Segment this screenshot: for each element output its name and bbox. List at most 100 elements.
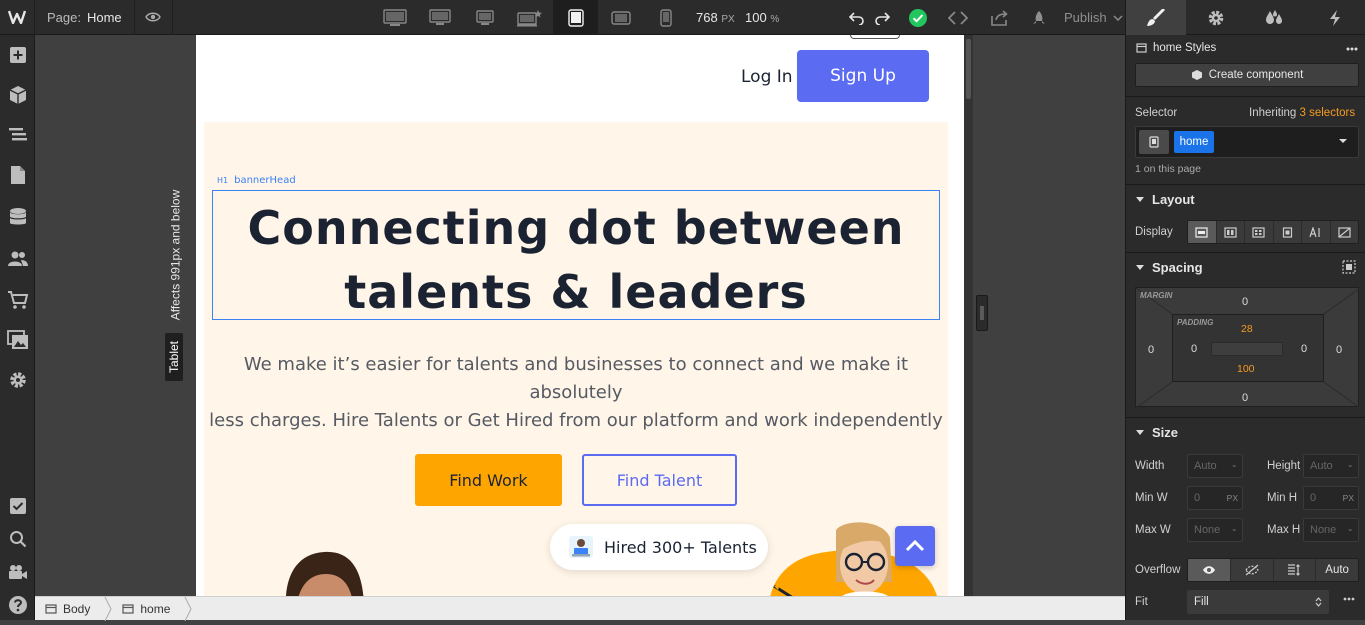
max-width-input[interactable]: None -	[1187, 518, 1243, 542]
cms-database-icon[interactable]	[0, 197, 35, 237]
breakpoint-1280-icon[interactable]	[462, 0, 507, 35]
layout-section-header[interactable]: Layout	[1126, 184, 1365, 214]
breadcrumb-item-body[interactable]: Body	[35, 597, 104, 621]
padding-label: PADDING	[1177, 318, 1214, 327]
canvas-width-readout[interactable]: 768 PX	[696, 10, 735, 25]
min-width-input[interactable]: 0 PX	[1187, 486, 1243, 510]
banner-heading[interactable]: Connecting dot between talents & leaders	[212, 196, 940, 324]
breakpoint-tablet-icon[interactable]	[553, 0, 598, 35]
tablet-viewport[interactable]: Log In Sign Up H1 bannerHead Connecting d…	[196, 35, 964, 596]
breakpoint-note: Affects 991px and below	[165, 180, 185, 330]
margin-right-value[interactable]: 0	[1336, 344, 1342, 356]
spacing-section-header[interactable]: Spacing	[1126, 252, 1365, 282]
fit-label: Fit	[1135, 596, 1148, 608]
publish-button[interactable]: Publish	[1030, 0, 1123, 35]
overflow-scroll-icon[interactable]	[1274, 559, 1317, 581]
selector-state-icon[interactable]	[1139, 130, 1169, 154]
export-share-icon[interactable]	[988, 0, 1012, 35]
padding-bottom-value[interactable]: 100	[1237, 363, 1255, 375]
padding-top-value[interactable]: 28	[1241, 323, 1253, 335]
tab-style-manager[interactable]	[1246, 0, 1306, 35]
top-toolbar: Page: Home 768 PX 100 % Publish	[0, 0, 1125, 35]
selector-dropdown-icon[interactable]	[1338, 138, 1348, 144]
tab-style[interactable]	[1126, 0, 1186, 35]
signup-button[interactable]: Sign Up	[797, 50, 929, 102]
breakpoint-desktop-star-icon[interactable]	[507, 0, 552, 35]
pages-icon[interactable]	[0, 155, 35, 195]
create-component-button[interactable]: Create component	[1135, 63, 1359, 87]
fit-more-icon[interactable]	[1343, 597, 1355, 601]
panel-tabs	[1126, 0, 1365, 35]
margin-top-value[interactable]: 0	[1242, 296, 1248, 308]
margin-left-value[interactable]: 0	[1148, 344, 1154, 356]
rocket-icon	[1033, 10, 1045, 24]
canvas-scrollbar-thumb[interactable]	[966, 39, 971, 99]
more-options-icon[interactable]	[1345, 42, 1359, 56]
chevron-down-icon	[1113, 15, 1123, 21]
code-icon[interactable]	[946, 0, 970, 35]
symbols-box-icon[interactable]	[0, 75, 35, 115]
inheriting-count[interactable]: 3 selectors	[1300, 107, 1356, 119]
height-input[interactable]: Auto -	[1303, 454, 1359, 478]
tab-settings[interactable]	[1186, 0, 1246, 35]
webflow-logo[interactable]	[0, 0, 35, 35]
undo-icon[interactable]	[846, 0, 868, 35]
design-canvas[interactable]: Affects 991px and below Tablet Log In Si…	[35, 35, 1125, 596]
breakpoint-1440-icon[interactable]	[417, 0, 462, 35]
login-link[interactable]: Log In	[741, 67, 793, 87]
min-height-input[interactable]: 0 PX	[1303, 486, 1359, 510]
overflow-hidden-icon[interactable]	[1231, 559, 1274, 581]
padding-left-value[interactable]: 0	[1191, 343, 1197, 355]
display-flex-icon[interactable]	[1217, 221, 1245, 243]
create-component-label: Create component	[1208, 69, 1304, 81]
breakpoint-1920-icon[interactable]	[372, 0, 417, 35]
spacing-expand-icon[interactable]	[1342, 260, 1356, 274]
man-portrait-image	[282, 550, 368, 596]
div-element-icon	[122, 603, 134, 614]
fit-select[interactable]: Fill	[1187, 590, 1329, 614]
breadcrumb-separator-icon	[104, 596, 112, 621]
page-selector[interactable]: Page: Home	[35, 0, 135, 35]
padding-box[interactable]: PADDING 28 0 100 0	[1172, 314, 1324, 382]
resize-handle[interactable]	[976, 295, 988, 331]
canvas-scrollbar[interactable]	[964, 35, 973, 596]
tab-interactions[interactable]	[1305, 0, 1365, 35]
display-grid-icon[interactable]	[1245, 221, 1274, 243]
navigator-icon[interactable]	[0, 115, 35, 155]
selector-chip[interactable]: home	[1174, 131, 1214, 153]
ecommerce-cart-icon[interactable]	[0, 280, 35, 320]
display-inline-icon[interactable]	[1302, 221, 1331, 243]
display-none-icon[interactable]	[1331, 221, 1359, 243]
element-box-icon	[1136, 43, 1147, 53]
breakpoint-portrait-icon[interactable]	[643, 0, 688, 35]
help-question-icon[interactable]	[0, 585, 35, 625]
selector-field[interactable]: home	[1135, 126, 1359, 158]
width-input[interactable]: Auto -	[1187, 454, 1243, 478]
styles-title-text: home Styles	[1153, 42, 1217, 54]
margin-bottom-value[interactable]: 0	[1242, 392, 1248, 404]
find-talent-button[interactable]: Find Talent	[582, 454, 737, 506]
padding-right-value[interactable]: 0	[1301, 343, 1307, 355]
assets-images-icon[interactable]	[0, 320, 35, 360]
zoom-readout[interactable]: 100 %	[745, 10, 779, 25]
max-width-label: Max W	[1135, 524, 1171, 536]
margin-box[interactable]: MARGIN 0 0 0 0 PADDING 28 0 100 0	[1135, 287, 1360, 408]
users-icon[interactable]	[0, 239, 35, 279]
add-elements-icon[interactable]	[0, 35, 35, 75]
redo-icon[interactable]	[871, 0, 893, 35]
overflow-visible-eye-icon[interactable]	[1188, 559, 1231, 581]
breakpoint-landscape-icon[interactable]	[598, 0, 643, 35]
status-check-icon[interactable]	[906, 0, 930, 35]
back-to-top-button[interactable]	[895, 526, 935, 566]
find-work-button[interactable]: Find Work	[415, 454, 562, 506]
max-height-label: Max H	[1267, 524, 1301, 536]
overflow-auto-option[interactable]: Auto	[1316, 559, 1358, 581]
tablet-tag-text: Tablet	[167, 340, 181, 374]
size-section-header[interactable]: Size	[1126, 417, 1365, 447]
breadcrumb-item-home[interactable]: home	[112, 597, 184, 621]
display-inline-block-icon[interactable]	[1274, 221, 1302, 243]
settings-gear-icon[interactable]	[0, 360, 35, 400]
max-height-input[interactable]: None -	[1303, 518, 1359, 542]
preview-eye-icon[interactable]	[135, 0, 173, 35]
display-block-icon[interactable]	[1188, 221, 1217, 243]
